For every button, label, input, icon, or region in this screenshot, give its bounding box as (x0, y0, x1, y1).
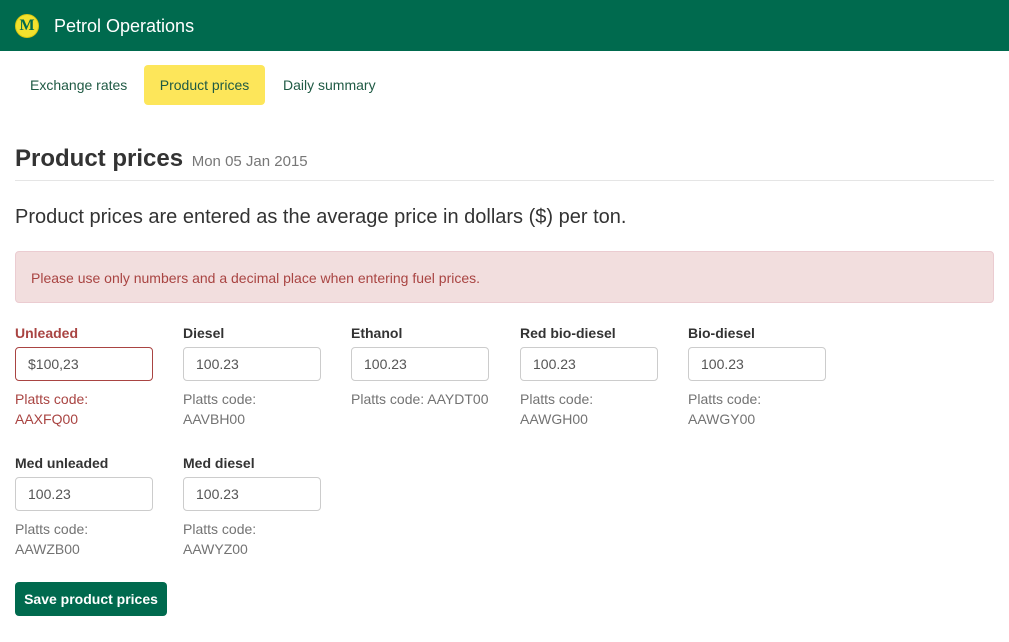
med-unleaded-price-input[interactable] (15, 477, 153, 511)
diesel-price-input[interactable] (183, 347, 321, 381)
platts-code-hint: Platts code: AAYDT00 (351, 391, 489, 407)
platts-code-hint: Platts code: AAWZB00 (15, 521, 89, 557)
app-title[interactable]: Petrol Operations (54, 16, 194, 36)
platts-code-hint: Platts code: AAWGH00 (520, 391, 594, 427)
page-heading: Product prices Mon 05 Jan 2015 (15, 145, 308, 176)
top-navbar: M Petrol Operations (0, 0, 1009, 51)
lead-text: Product prices are entered as the averag… (15, 206, 627, 228)
field-label: Diesel (183, 325, 225, 341)
tab-daily-summary[interactable]: Daily summary (268, 65, 391, 105)
save-product-prices-button[interactable]: Save product prices (15, 582, 167, 616)
logo-letter: M (19, 17, 35, 34)
bio-diesel-price-input[interactable] (688, 347, 826, 381)
error-alert: Please use only numbers and a decimal pl… (15, 251, 994, 303)
red-bio-diesel-price-input[interactable] (520, 347, 658, 381)
error-alert-message: Please use only numbers and a decimal pl… (31, 270, 481, 286)
field-label: Unleaded (15, 325, 79, 341)
heading-divider (15, 180, 994, 181)
field-label: Bio-diesel (688, 325, 755, 341)
platts-code-hint: Platts code: AAWGY00 (688, 391, 762, 427)
field-label: Med diesel (183, 455, 255, 471)
platts-code-hint: Platts code: AAWYZ00 (183, 521, 257, 557)
ethanol-price-input[interactable] (351, 347, 489, 381)
tab-exchange-rates[interactable]: Exchange rates (15, 65, 142, 105)
field-label: Med unleaded (15, 455, 109, 471)
page-date: Mon 05 Jan 2015 (191, 153, 308, 170)
brand-logo-icon[interactable]: M (15, 14, 39, 38)
med-diesel-price-input[interactable] (183, 477, 321, 511)
field-label: Ethanol (351, 325, 403, 341)
page-title: Product prices (15, 145, 184, 172)
unleaded-price-input[interactable] (15, 347, 153, 381)
field-label: Red bio-diesel (520, 325, 616, 341)
tab-product-prices[interactable]: Product prices (144, 65, 265, 105)
platts-code-hint: Platts code: AAXFQ00 (15, 391, 89, 427)
platts-code-hint: Platts code: AAVBH00 (183, 391, 257, 427)
